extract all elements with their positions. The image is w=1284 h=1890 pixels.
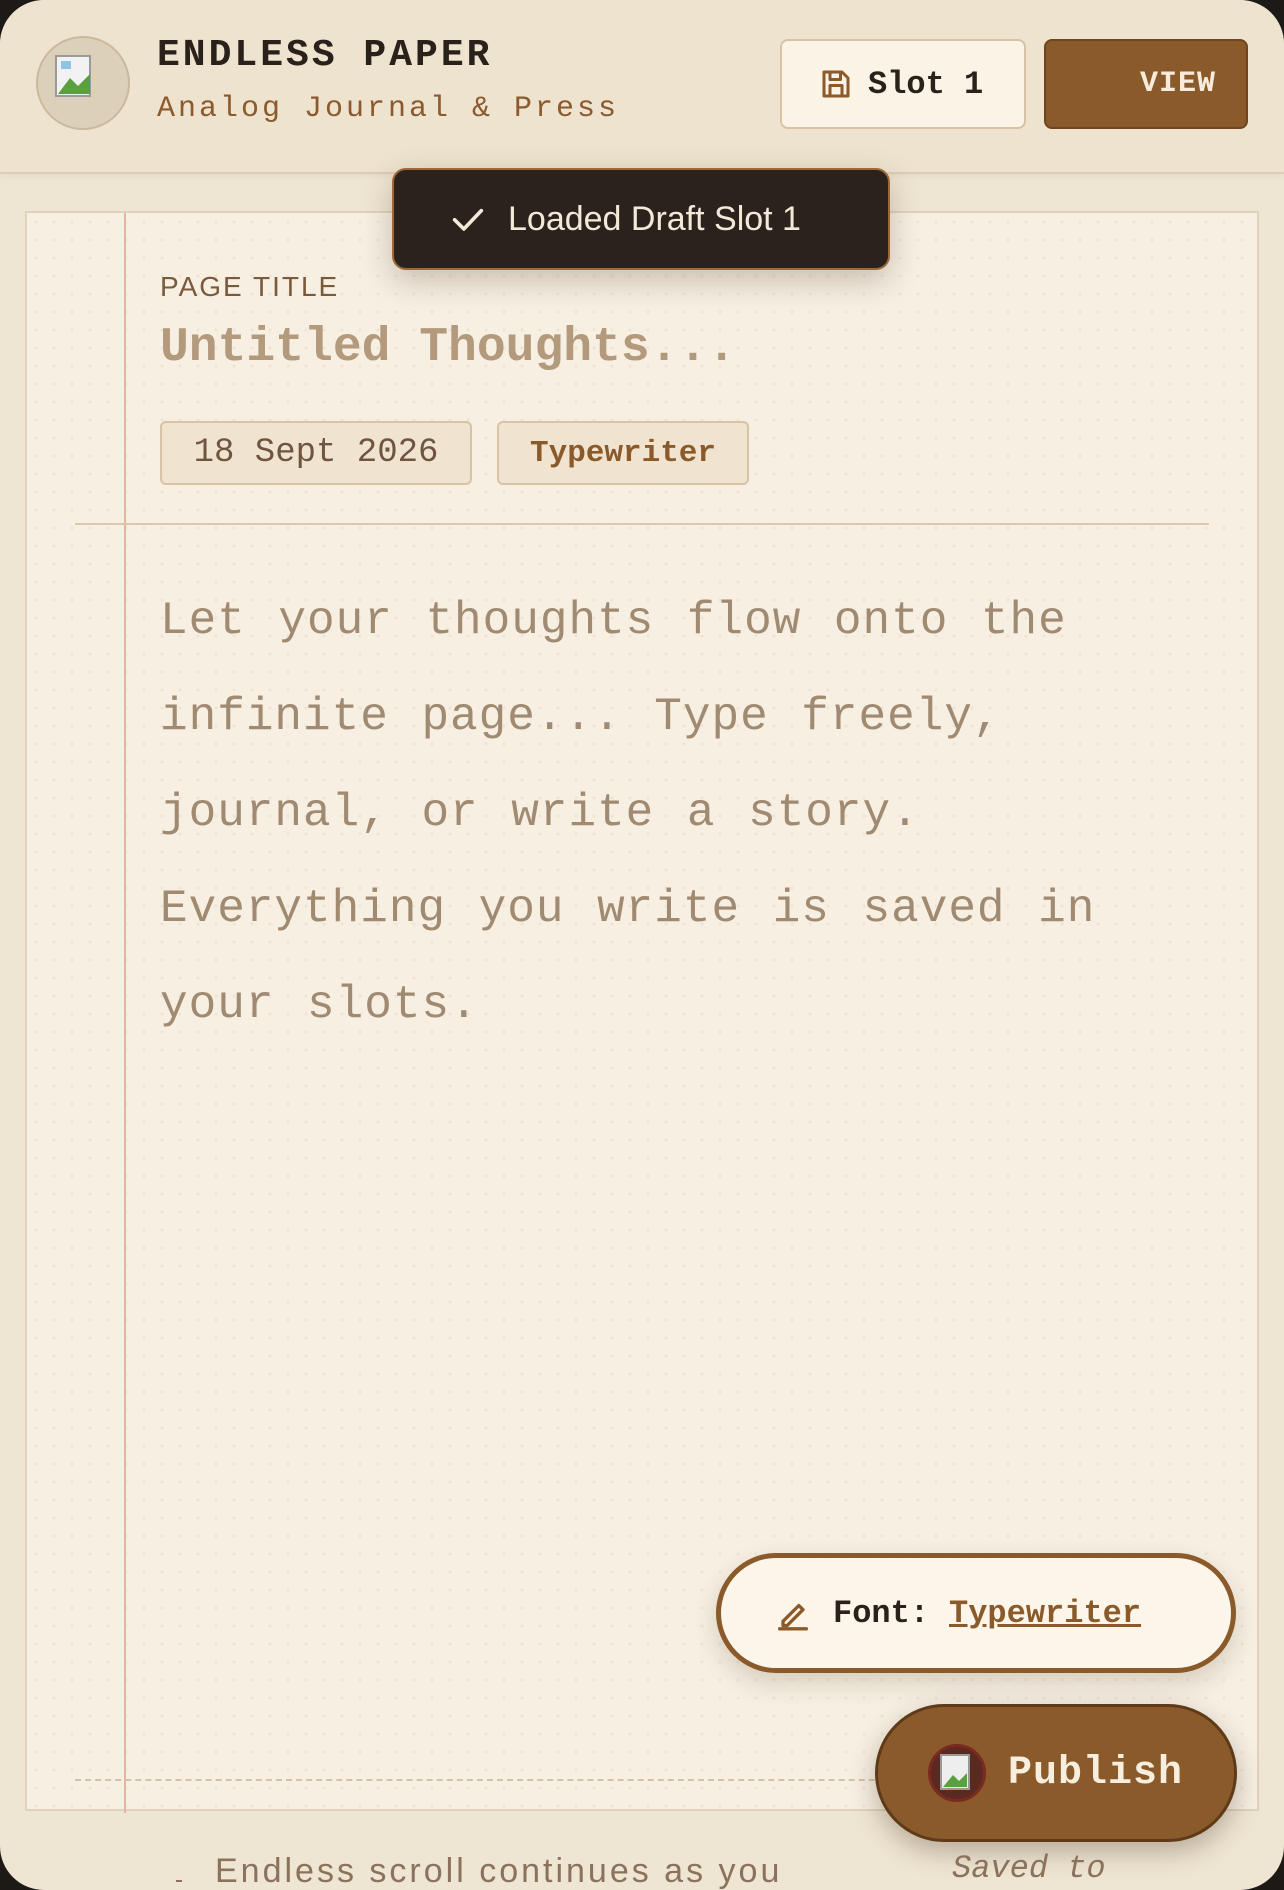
avatar[interactable] (36, 36, 130, 130)
font-selector-label: Font: (833, 1594, 930, 1632)
font-selector-button[interactable]: Font: Typewriter (716, 1553, 1236, 1673)
publish-button[interactable]: Publish (875, 1704, 1237, 1842)
slot-button[interactable]: Slot 1 (780, 39, 1026, 129)
app-subtitle: Analog Journal & Press (157, 92, 620, 126)
font-selector-value: Typewriter (949, 1594, 1142, 1632)
slot-button-label: Slot 1 (868, 65, 984, 103)
page-title-input[interactable]: Untitled Thoughts... (160, 321, 736, 375)
body-textarea[interactable]: Let your thoughts flow onto the infinite… (160, 573, 1160, 1053)
view-button[interactable]: VIEW (1044, 39, 1248, 129)
toast-notification: Loaded Draft Slot 1 (392, 168, 890, 270)
floppy-disk-icon (822, 70, 850, 98)
pen-edit-icon (778, 1603, 808, 1631)
broken-image-icon (55, 55, 91, 97)
publish-label: Publish (1008, 1750, 1184, 1796)
toast-message: Loaded Draft Slot 1 (508, 199, 801, 238)
app-header: ENDLESS PAPER Analog Journal & Press Slo… (0, 0, 1284, 174)
page-title-label: PAGE TITLE (160, 271, 340, 302)
font-chip: Typewriter (497, 421, 749, 485)
page-end-divider (75, 1779, 915, 1781)
check-icon (452, 208, 484, 231)
save-status: Saved to (952, 1850, 1106, 1887)
header-divider (75, 523, 1209, 525)
date-chip: 18 Sept 2026 (160, 421, 472, 485)
app-screen: ENDLESS PAPER Analog Journal & Press Slo… (0, 0, 1284, 1890)
footer-hint: Endless scroll continues as you (215, 1852, 783, 1890)
broken-image-icon (928, 1744, 986, 1802)
footer-bullet (176, 1880, 182, 1882)
app-title: ENDLESS PAPER (157, 34, 493, 77)
margin-line (124, 213, 126, 1813)
